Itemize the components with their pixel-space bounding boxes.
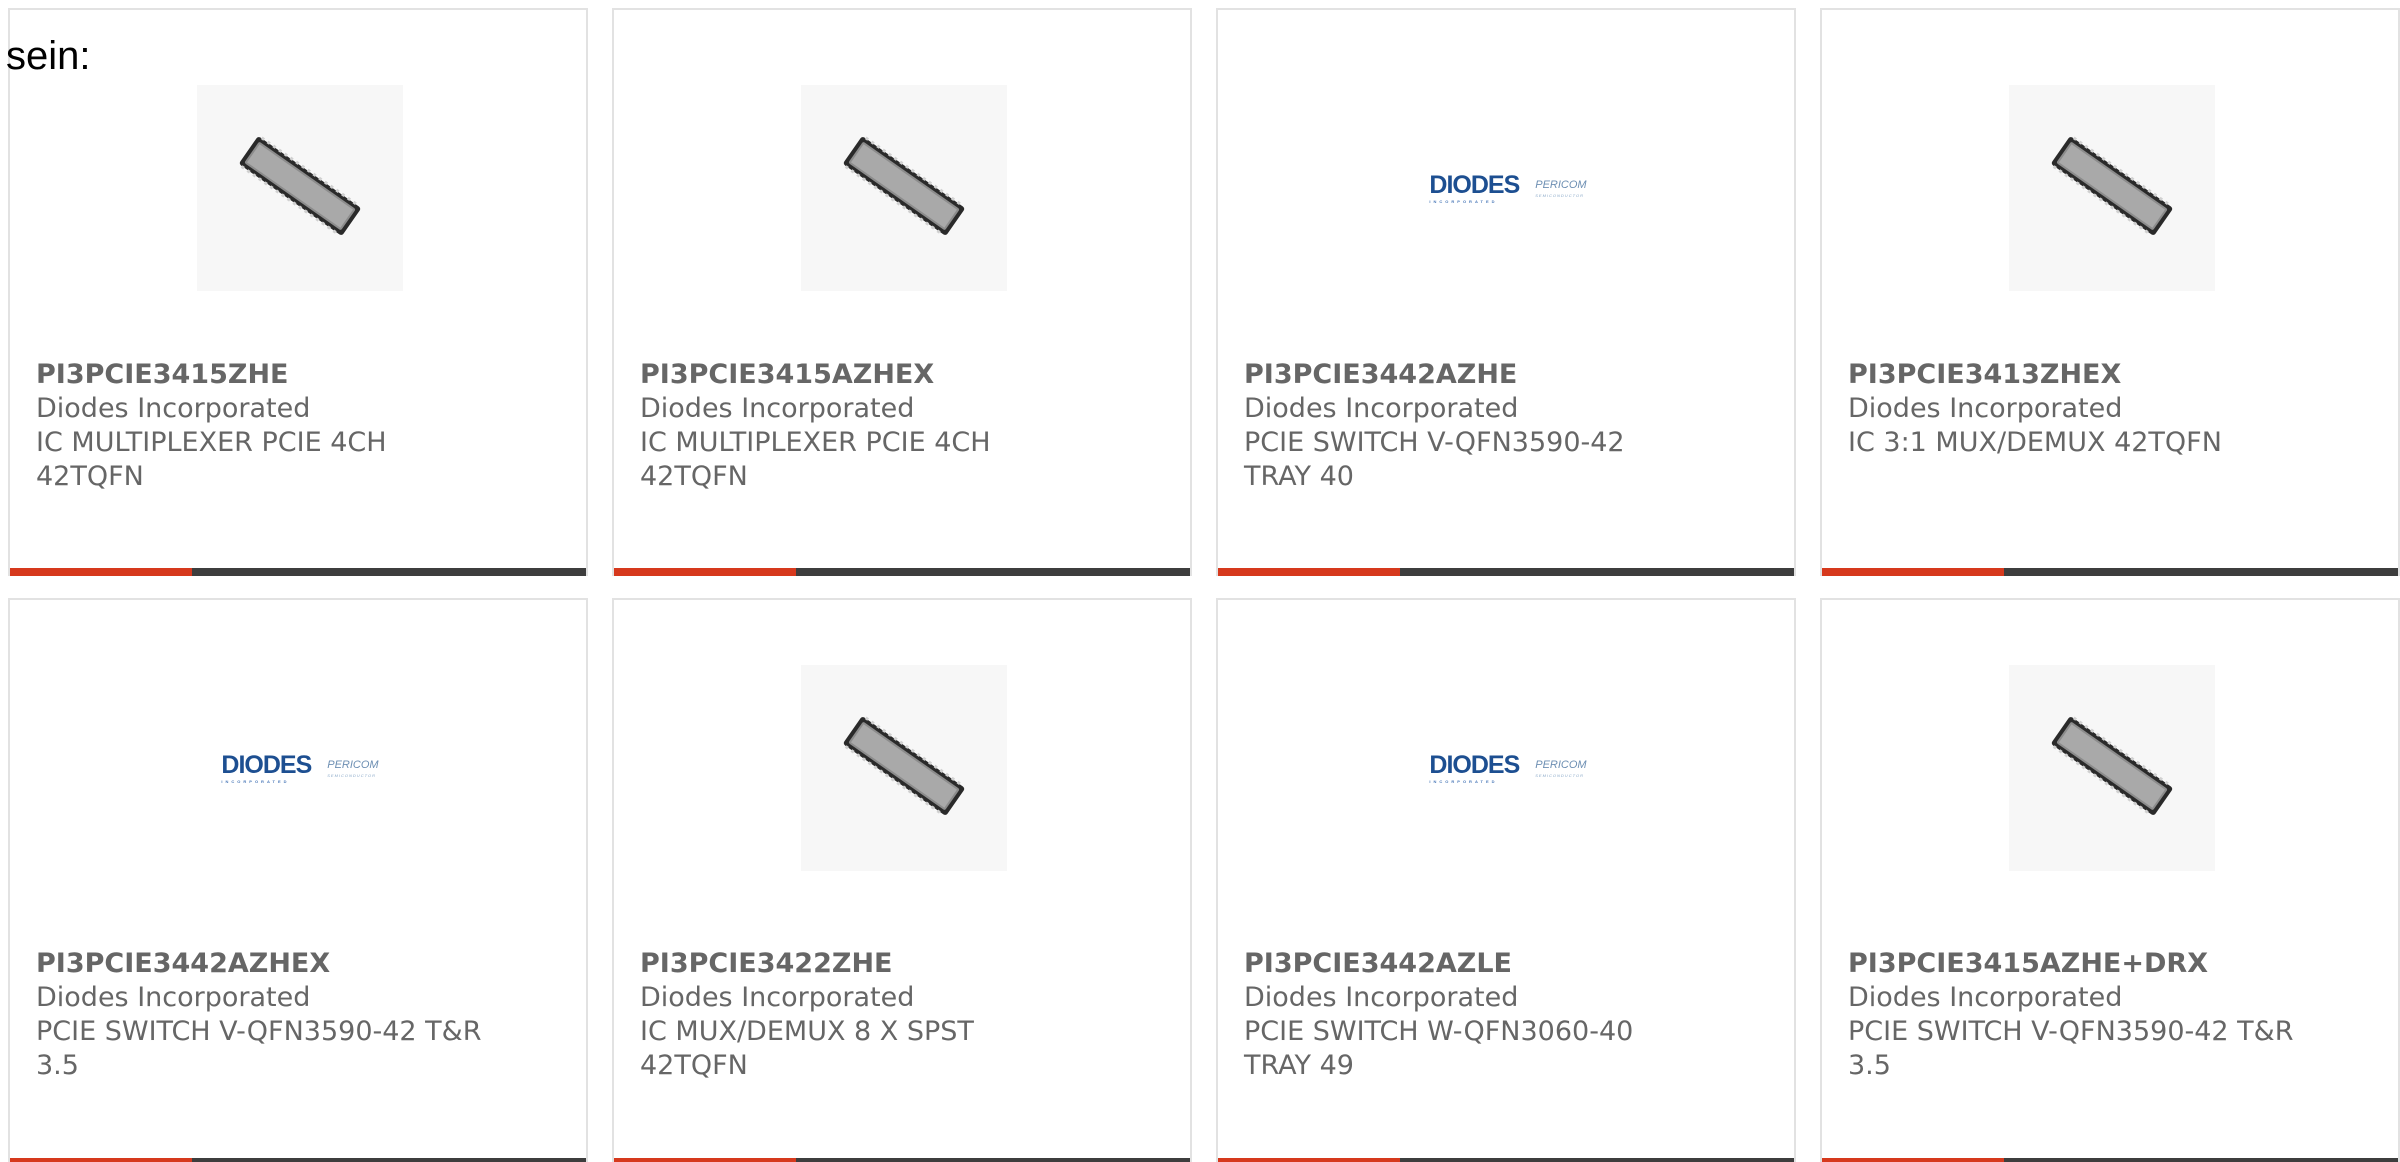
card-bottom-bar (1218, 568, 1794, 576)
part-number[interactable]: PI3PCIE3413ZHEX (1848, 358, 2378, 392)
product-info: PI3PCIE3442AZHEX Diodes Incorporated PCI… (36, 947, 566, 1083)
description: PCIE SWITCH W-QFN3060-40 (1244, 1016, 1634, 1047)
diodes-logo: DIODES INCORPORATED (1429, 170, 1520, 204)
description: IC MULTIPLEXER PCIE 4CH (36, 427, 387, 458)
card-accent-bar (1822, 1158, 2004, 1162)
card-bottom-bar (1822, 1158, 2398, 1162)
description: PCIE SWITCH V-QFN3590-42 T&R (1848, 1016, 2294, 1047)
product-image (197, 85, 403, 291)
card-bottom-bar (614, 1158, 1190, 1162)
part-number[interactable]: PI3PCIE3415AZHEX (640, 358, 1170, 392)
description-cont: 42TQFN (640, 1050, 748, 1081)
product-image (2009, 665, 2215, 871)
part-number[interactable]: PI3PCIE3442AZLE (1244, 947, 1774, 981)
manufacturer: Diodes Incorporated (640, 393, 915, 424)
product-image (801, 665, 1007, 871)
card-bottom-bar (1822, 568, 2398, 576)
card-accent-bar (1218, 1158, 1400, 1162)
chip-icon (2037, 711, 2187, 825)
pericom-logo: PERICOM SEMICONDUCTOR (1535, 178, 1587, 198)
description-cont: 3.5 (1848, 1050, 1891, 1081)
description: IC 3:1 MUX/DEMUX 42TQFN (1848, 427, 2222, 458)
description: PCIE SWITCH V-QFN3590-42 T&R (36, 1016, 482, 1047)
product-image: DIODES INCORPORATED PERICOM SEMICONDUCTOR (197, 665, 403, 871)
part-number[interactable]: PI3PCIE3442AZHEX (36, 947, 566, 981)
product-card[interactable]: PI3PCIE3415AZHE+DRX Diodes Incorporated … (1820, 598, 2400, 1162)
card-accent-bar (10, 568, 192, 576)
product-image (2009, 85, 2215, 291)
product-card[interactable]: PI3PCIE3415ZHE Diodes Incorporated IC MU… (8, 8, 588, 576)
card-accent-bar (1218, 568, 1400, 576)
product-info: PI3PCIE3415ZHE Diodes Incorporated IC MU… (36, 358, 566, 494)
product-info: PI3PCIE3442AZLE Diodes Incorporated PCIE… (1244, 947, 1774, 1083)
product-info: PI3PCIE3415AZHE+DRX Diodes Incorporated … (1848, 947, 2378, 1083)
description-cont: TRAY 49 (1244, 1050, 1354, 1081)
part-number[interactable]: PI3PCIE3415ZHE (36, 358, 566, 392)
card-bottom-bar (10, 1158, 586, 1162)
chip-icon (829, 711, 979, 825)
part-number[interactable]: PI3PCIE3422ZHE (640, 947, 1170, 981)
product-info: PI3PCIE3413ZHEX Diodes Incorporated IC 3… (1848, 358, 2378, 460)
card-bottom-bar (10, 568, 586, 576)
diodes-logo: DIODES INCORPORATED (221, 750, 312, 784)
diodes-pericom-logo: DIODES INCORPORATED PERICOM SEMICONDUCTOR (1429, 750, 1587, 784)
product-card[interactable]: PI3PCIE3422ZHE Diodes Incorporated IC MU… (612, 598, 1192, 1162)
manufacturer: Diodes Incorporated (36, 393, 311, 424)
intro-text: sein: (6, 34, 91, 78)
description-cont: 3.5 (36, 1050, 79, 1081)
description: IC MULTIPLEXER PCIE 4CH (640, 427, 991, 458)
pericom-logo: PERICOM SEMICONDUCTOR (327, 758, 379, 778)
product-image: DIODES INCORPORATED PERICOM SEMICONDUCTOR (1405, 665, 1611, 871)
diodes-pericom-logo: DIODES INCORPORATED PERICOM SEMICONDUCTOR (221, 750, 379, 784)
manufacturer: Diodes Incorporated (1244, 393, 1519, 424)
product-card[interactable]: PI3PCIE3413ZHEX Diodes Incorporated IC 3… (1820, 8, 2400, 576)
product-image: DIODES INCORPORATED PERICOM SEMICONDUCTOR (1405, 85, 1611, 291)
card-accent-bar (10, 1158, 192, 1162)
product-info: PI3PCIE3422ZHE Diodes Incorporated IC MU… (640, 947, 1170, 1083)
description-cont: 42TQFN (640, 461, 748, 492)
product-info: PI3PCIE3415AZHEX Diodes Incorporated IC … (640, 358, 1170, 494)
part-number[interactable]: PI3PCIE3442AZHE (1244, 358, 1774, 392)
chip-icon (225, 131, 375, 245)
card-accent-bar (614, 568, 796, 576)
description: IC MUX/DEMUX 8 X SPST (640, 1016, 974, 1047)
product-image (801, 85, 1007, 291)
manufacturer: Diodes Incorporated (36, 982, 311, 1013)
manufacturer: Diodes Incorporated (1848, 393, 2123, 424)
product-grid: PI3PCIE3415ZHE Diodes Incorporated IC MU… (0, 0, 2400, 1162)
chip-icon (829, 131, 979, 245)
product-card[interactable]: PI3PCIE3415AZHEX Diodes Incorporated IC … (612, 8, 1192, 576)
pericom-logo: PERICOM SEMICONDUCTOR (1535, 758, 1587, 778)
product-card[interactable]: DIODES INCORPORATED PERICOM SEMICONDUCTOR … (1216, 8, 1796, 576)
description-cont: 42TQFN (36, 461, 144, 492)
manufacturer: Diodes Incorporated (1848, 982, 2123, 1013)
product-card[interactable]: DIODES INCORPORATED PERICOM SEMICONDUCTOR … (1216, 598, 1796, 1162)
diodes-logo: DIODES INCORPORATED (1429, 750, 1520, 784)
diodes-pericom-logo: DIODES INCORPORATED PERICOM SEMICONDUCTOR (1429, 170, 1587, 204)
product-card[interactable]: DIODES INCORPORATED PERICOM SEMICONDUCTOR … (8, 598, 588, 1162)
card-bottom-bar (614, 568, 1190, 576)
part-number[interactable]: PI3PCIE3415AZHE+DRX (1848, 947, 2378, 981)
description-cont: TRAY 40 (1244, 461, 1354, 492)
card-accent-bar (614, 1158, 796, 1162)
card-bottom-bar (1218, 1158, 1794, 1162)
manufacturer: Diodes Incorporated (1244, 982, 1519, 1013)
description: PCIE SWITCH V-QFN3590-42 (1244, 427, 1625, 458)
product-info: PI3PCIE3442AZHE Diodes Incorporated PCIE… (1244, 358, 1774, 494)
manufacturer: Diodes Incorporated (640, 982, 915, 1013)
card-accent-bar (1822, 568, 2004, 576)
chip-icon (2037, 131, 2187, 245)
